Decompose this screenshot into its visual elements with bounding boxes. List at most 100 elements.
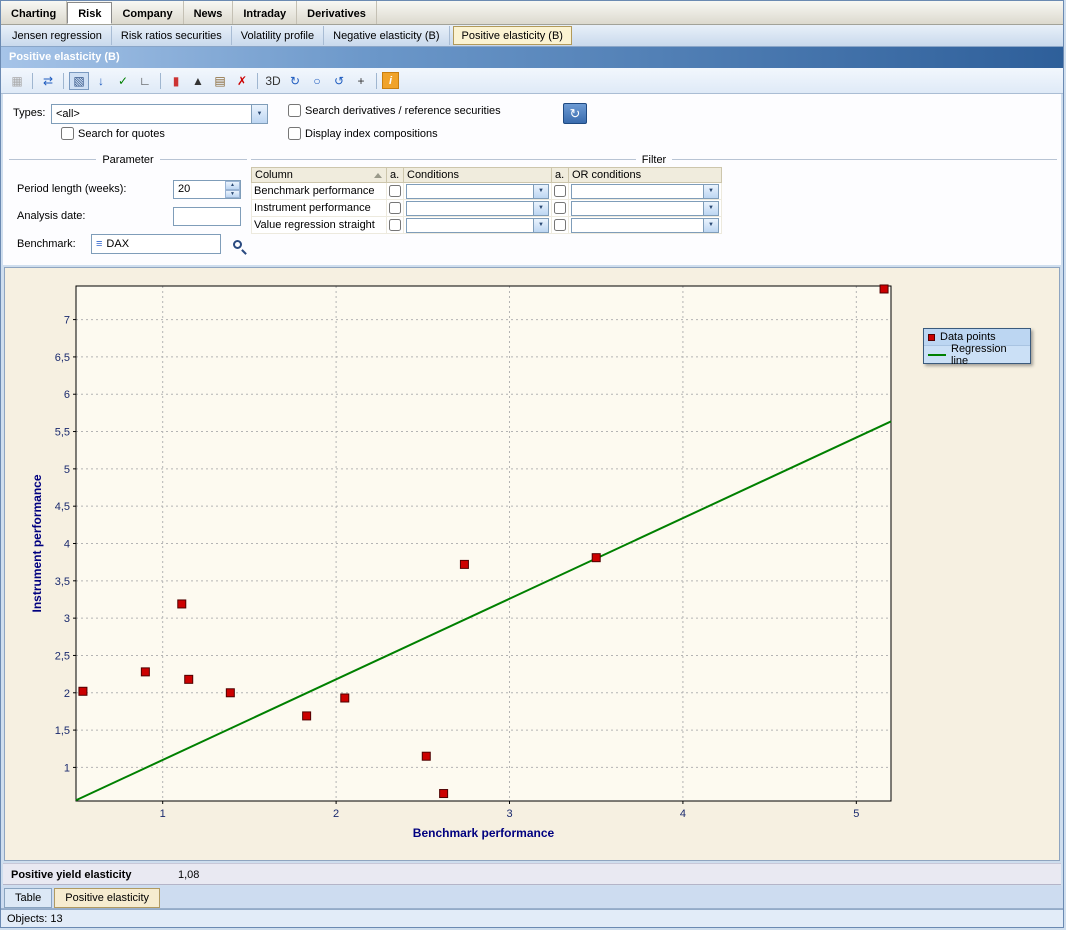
filter-conditions-table: Column a. Conditions a. OR conditions Be… (251, 167, 722, 234)
area-chart-icon[interactable]: ▲ (188, 72, 208, 90)
svg-text:3: 3 (506, 808, 512, 820)
result-bar: Positive yield elasticity 1,08 (3, 863, 1061, 885)
period-length-stepper[interactable]: 20 ▲ ▼ (173, 180, 241, 199)
types-selected-value: <all> (56, 108, 80, 120)
delete-table-icon[interactable]: ✗ (232, 72, 252, 90)
search-quotes-checkbox-row: Search for quotes (61, 127, 165, 140)
filter-panel: Types: <all> ▼ Search derivatives / refe… (3, 94, 1061, 265)
or-conditions-select-regression[interactable]: ▼ (571, 218, 719, 233)
chart-legend[interactable]: Data points Regression line (923, 328, 1031, 364)
svg-text:Instrument performance: Instrument performance (30, 474, 44, 612)
info-icon[interactable]: i (382, 72, 399, 89)
benchmark-value: DAX (106, 238, 129, 250)
run-search-button[interactable]: ↻ (563, 103, 587, 124)
conditions-select-regression[interactable]: ▼ (406, 218, 549, 233)
scatter-chart-panel: 1234511,522,533,544,555,566,57Benchmark … (4, 267, 1060, 861)
chevron-down-icon[interactable]: ▼ (533, 185, 548, 198)
types-select[interactable]: <all> ▼ (51, 104, 268, 124)
report-icon[interactable]: ▤ (210, 72, 230, 90)
scatter-chart[interactable]: 1234511,522,533,544,555,566,57Benchmark … (5, 268, 1061, 860)
conditions-select-instrument[interactable]: ▼ (406, 201, 549, 216)
legend-label: Data points (940, 331, 996, 343)
svg-text:2,5: 2,5 (55, 650, 70, 662)
stepper-down-icon[interactable]: ▼ (225, 190, 240, 199)
chart-settings-icon[interactable]: ▧ (69, 72, 89, 90)
toolbar-separator (257, 73, 258, 89)
benchmark-search-button[interactable] (227, 234, 247, 254)
and-checkbox-benchmark[interactable] (389, 185, 401, 197)
axes-chart-icon[interactable]: ∟ (135, 72, 155, 90)
refresh-icon[interactable]: ⇄ (38, 72, 58, 90)
legend-swatch-regression-line (928, 354, 946, 356)
crosshair-icon[interactable]: + (351, 72, 371, 90)
chevron-down-icon[interactable]: ▼ (703, 202, 718, 215)
toolbar-separator (160, 73, 161, 89)
conditions-select-benchmark[interactable]: ▼ (406, 184, 549, 199)
sub-tab-volatility-profile[interactable]: Volatility profile (232, 26, 324, 45)
filter-header-label: Filter (636, 154, 672, 166)
svg-text:7: 7 (64, 315, 70, 327)
chevron-down-icon[interactable]: ▼ (251, 105, 267, 123)
copy-chart-icon[interactable]: ▦ (7, 72, 27, 90)
legend-item-regression-line[interactable]: Regression line (924, 346, 1030, 363)
or-checkbox-instrument[interactable] (554, 202, 566, 214)
analysis-date-field[interactable] (173, 207, 241, 226)
chevron-down-icon[interactable]: ▼ (533, 219, 548, 232)
svg-text:4,5: 4,5 (55, 501, 70, 513)
tab-positive-elasticity[interactable]: Positive elasticity (54, 888, 160, 908)
chevron-down-icon[interactable]: ▼ (703, 185, 718, 198)
stepper-up-icon[interactable]: ▲ (225, 181, 240, 190)
three-d-icon[interactable]: 3D (263, 72, 283, 90)
instrument-icon: ≡ (96, 238, 102, 250)
menu-tab-intraday[interactable]: Intraday (233, 1, 297, 24)
menu-tab-company[interactable]: Company (112, 1, 183, 24)
menu-tab-news[interactable]: News (184, 1, 234, 24)
menu-tab-charting[interactable]: Charting (1, 1, 67, 24)
svg-text:2: 2 (64, 688, 70, 700)
or-conditions-select-instrument[interactable]: ▼ (571, 201, 719, 216)
apply-filter-icon[interactable]: ✓ (113, 72, 133, 90)
rotate-back-icon[interactable]: ↺ (329, 72, 349, 90)
chevron-down-icon[interactable]: ▼ (703, 219, 718, 232)
filter-row-label: Instrument performance (252, 200, 387, 217)
and-checkbox-instrument[interactable] (389, 202, 401, 214)
page-title: Positive elasticity (B) (1, 47, 1063, 68)
menu-tab-risk[interactable]: Risk (67, 2, 112, 24)
or-conditions-header[interactable]: OR conditions (569, 168, 722, 183)
and-header-2[interactable]: a. (552, 168, 569, 183)
benchmark-field[interactable]: ≡ DAX (91, 234, 221, 254)
bottom-tab-bar: Table Positive elasticity (1, 886, 1063, 909)
search-quotes-checkbox[interactable] (61, 127, 74, 140)
svg-text:3,5: 3,5 (55, 576, 70, 588)
chevron-down-icon[interactable]: ▼ (533, 202, 548, 215)
menu-tab-derivatives[interactable]: Derivatives (297, 1, 377, 24)
or-checkbox-benchmark[interactable] (554, 185, 566, 197)
svg-text:1: 1 (160, 808, 166, 820)
display-index-checkbox-row: Display index compositions (288, 127, 438, 140)
sort-ascending-icon (374, 173, 382, 178)
search-derivatives-checkbox[interactable] (288, 104, 301, 117)
legend-swatch-data-points (928, 334, 935, 341)
bar-chart-icon[interactable]: ▮ (166, 72, 186, 90)
column-header[interactable]: Column (252, 168, 387, 183)
svg-text:5: 5 (853, 808, 859, 820)
sub-tab-positive-elasticity[interactable]: Positive elasticity (B) (453, 26, 572, 45)
sub-tab-negative-elasticity[interactable]: Negative elasticity (B) (324, 26, 449, 45)
zoom-icon[interactable]: ○ (307, 72, 327, 90)
and-header[interactable]: a. (387, 168, 404, 183)
or-conditions-select-benchmark[interactable]: ▼ (571, 184, 719, 199)
sub-tab-risk-ratios-securities[interactable]: Risk ratios securities (112, 26, 232, 45)
search-derivatives-checkbox-row: Search derivatives / reference securitie… (288, 104, 501, 117)
conditions-header[interactable]: Conditions (404, 168, 552, 183)
parameter-header-label: Parameter (96, 154, 159, 166)
tab-table[interactable]: Table (4, 888, 52, 908)
and-checkbox-regression[interactable] (389, 219, 401, 231)
sort-descending-icon[interactable]: ↓ (91, 72, 111, 90)
sub-tab-jensen-regression[interactable]: Jensen regression (3, 26, 112, 45)
display-index-label: Display index compositions (305, 128, 438, 140)
svg-text:5: 5 (64, 464, 70, 476)
rotate-icon[interactable]: ↻ (285, 72, 305, 90)
display-index-checkbox[interactable] (288, 127, 301, 140)
toolbar: ▦ ⇄ ▧↓✓∟ ▮▲▤✗ 3D↻○↺+ i (1, 68, 1063, 94)
or-checkbox-regression[interactable] (554, 219, 566, 231)
